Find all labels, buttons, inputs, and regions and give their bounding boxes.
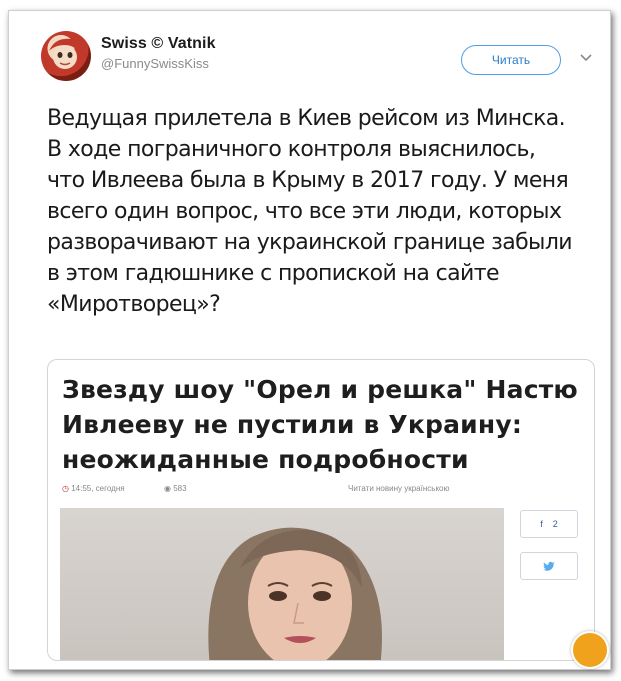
article-time: ◷ 14:55, сегодня [62,484,125,493]
tweet-frame: Swiss © Vatnik @FunnySwissKiss Читать Ве… [8,10,611,670]
facebook-share-count: 2 [552,519,558,529]
article-views-count: 583 [173,484,187,493]
article-photo [60,508,504,660]
article-views: ◉ 583 [164,484,187,493]
card-headline[interactable]: Звезду шоу "Орел и решка" Настю Ивлееву … [62,372,582,477]
follow-button[interactable]: Читать [461,45,561,75]
facebook-icon: f [540,519,543,529]
author-block: Swiss © Vatnik @FunnySwissKiss [101,35,216,71]
chevron-down-icon[interactable] [579,53,593,63]
twitter-bird-icon [543,561,555,571]
link-preview-card[interactable]: Звезду шоу "Орел и решка" Настю Ивлееву … [47,359,595,661]
avatar[interactable] [41,31,91,81]
woman-portrait-image [208,527,382,660]
clock-icon: ◷ [62,484,69,493]
avatar-face-icon [49,38,84,69]
author-handle[interactable]: @FunnySwissKiss [101,56,216,71]
tweet-text: Ведущая прилетела в Киев рейсом из Минск… [47,106,573,317]
author-name[interactable]: Swiss © Vatnik [101,35,216,53]
article-time-text: 14:55, сегодня [71,484,125,493]
watermark-logo [571,631,609,669]
eye-icon: ◉ [164,484,171,493]
facebook-share-button[interactable]: f 2 [520,510,578,538]
twitter-share-button[interactable] [520,552,578,580]
ukrainian-version-link[interactable]: Читати новину українською [348,484,449,493]
